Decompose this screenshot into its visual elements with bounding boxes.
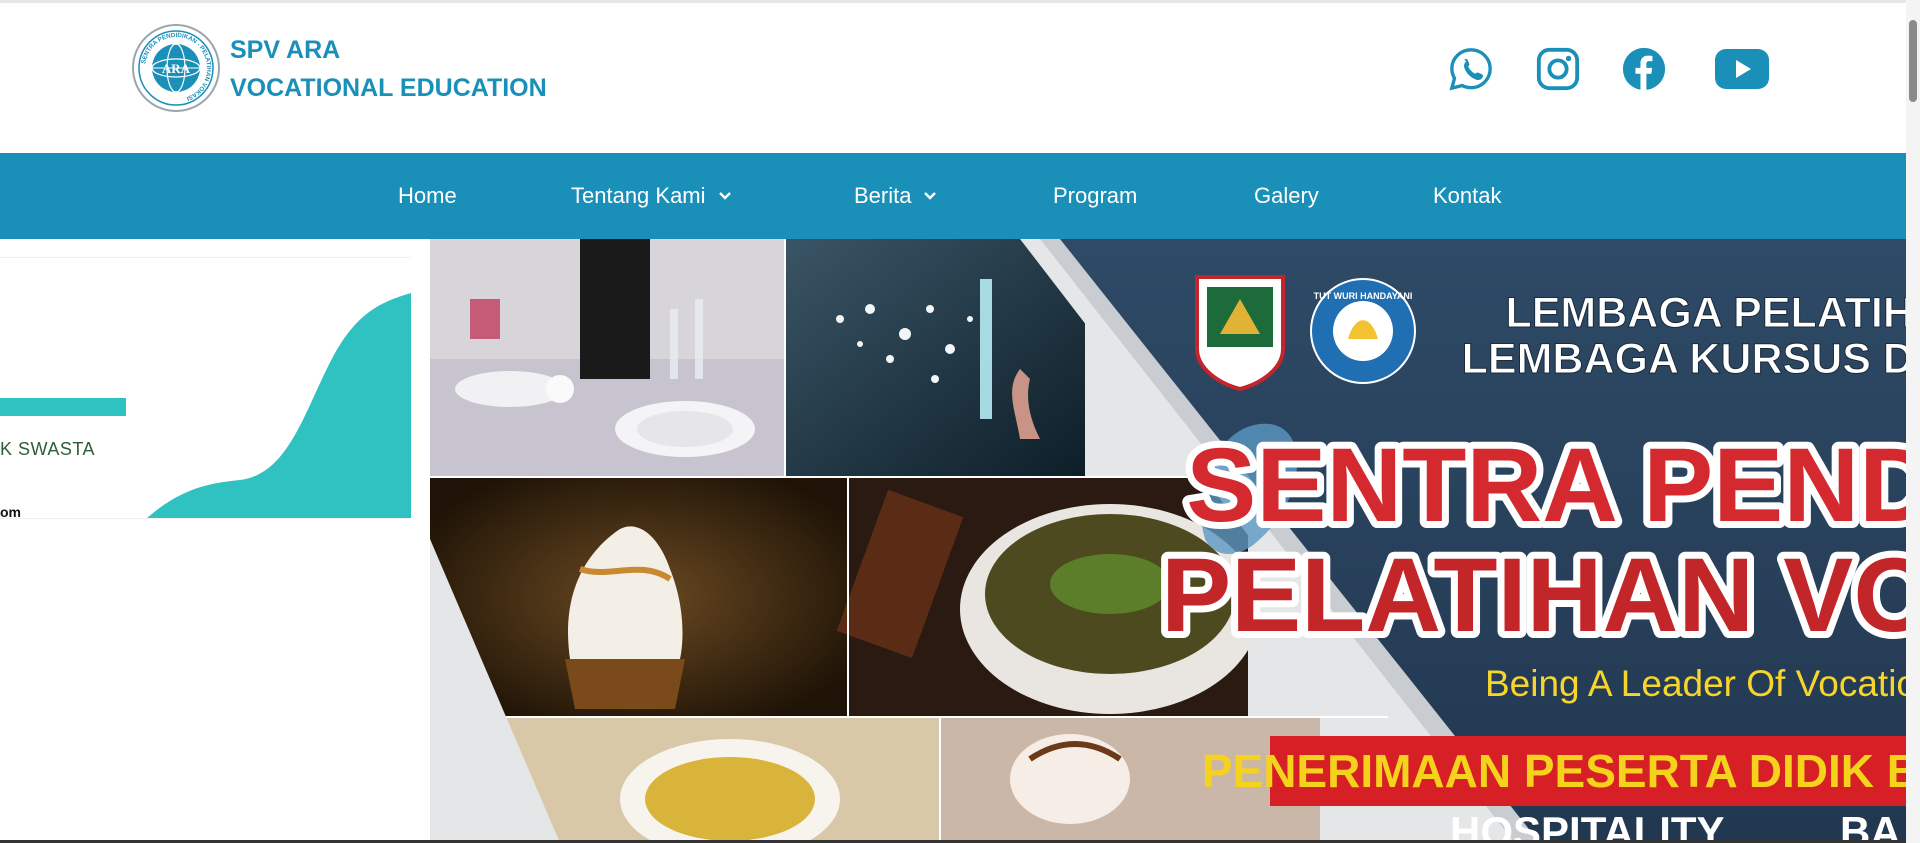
- previous-slide-card[interactable]: K SWASTA om: [0, 257, 411, 519]
- hero-banner-image[interactable]: TUT WURI HANDAYANI LEMBAGA PELATIHA LEMB…: [430, 239, 1906, 843]
- svg-text:PELATIHAN VO: PELATIHAN VO: [1161, 537, 1906, 654]
- svg-text:BA: BA: [1840, 808, 1901, 843]
- brand-name-line2: VOCATIONAL EDUCATION: [230, 74, 547, 102]
- brand-name-link[interactable]: SPV ARA VOCATIONAL EDUCATION: [230, 31, 547, 107]
- page: SENTRA PENDIDIKAN - PELATIHAN VOKASI ARA…: [0, 0, 1920, 843]
- scrollbar-thumb[interactable]: [1909, 20, 1917, 102]
- site-logo[interactable]: SENTRA PENDIDIKAN - PELATIHAN VOKASI ARA: [131, 23, 221, 113]
- chevron-down-icon: [923, 191, 937, 201]
- whatsapp-icon[interactable]: [1447, 45, 1495, 93]
- youtube-icon[interactable]: [1714, 45, 1770, 93]
- slide-text-email: om: [0, 504, 21, 519]
- nav-item-program[interactable]: Program: [1053, 153, 1137, 239]
- svg-text:LEMBAGA KURSUS DA: LEMBAGA KURSUS DA: [1462, 335, 1906, 383]
- brand-name-line1: SPV ARA: [230, 36, 341, 64]
- svg-text:TUT WURI HANDAYANI: TUT WURI HANDAYANI: [1314, 291, 1413, 301]
- nav-item-kontak[interactable]: Kontak: [1433, 153, 1502, 239]
- nav-item-berita[interactable]: Berita: [854, 153, 937, 239]
- nav-item-home[interactable]: Home: [398, 153, 457, 239]
- site-header: SENTRA PENDIDIKAN - PELATIHAN VOKASI ARA…: [0, 3, 1906, 153]
- nav-item-galery[interactable]: Galery: [1254, 153, 1319, 239]
- nav-item-tentang-kami[interactable]: Tentang Kami: [571, 153, 732, 239]
- svg-text:PENERIMAAN PESERTA DIDIK B: PENERIMAAN PESERTA DIDIK B: [1202, 745, 1906, 797]
- facebook-icon[interactable]: [1620, 45, 1668, 93]
- hero-slider[interactable]: K SWASTA om TUT WURI HANDAYANI LEMBAGA P…: [0, 239, 1906, 843]
- svg-text:Being A Leader Of Vocatio: Being A Leader Of Vocatio: [1485, 663, 1906, 704]
- teal-wave-shape: [0, 293, 411, 518]
- svg-text:ARA: ARA: [162, 61, 191, 76]
- slide-text-swasta: K SWASTA: [0, 439, 96, 459]
- svg-text:HOSPITALITY: HOSPITALITY: [1450, 808, 1725, 843]
- chevron-down-icon: [718, 191, 732, 201]
- svg-text:LEMBAGA PELATIHA: LEMBAGA PELATIHA: [1505, 289, 1906, 337]
- crest-emblem: [1195, 275, 1285, 392]
- instagram-icon[interactable]: [1534, 45, 1582, 93]
- main-nav: Home Tentang Kami Berita Program Galery …: [0, 153, 1906, 239]
- page-scrollbar[interactable]: [1906, 0, 1920, 843]
- svg-text:SENTRA PEND: SENTRA PEND: [1186, 427, 1906, 544]
